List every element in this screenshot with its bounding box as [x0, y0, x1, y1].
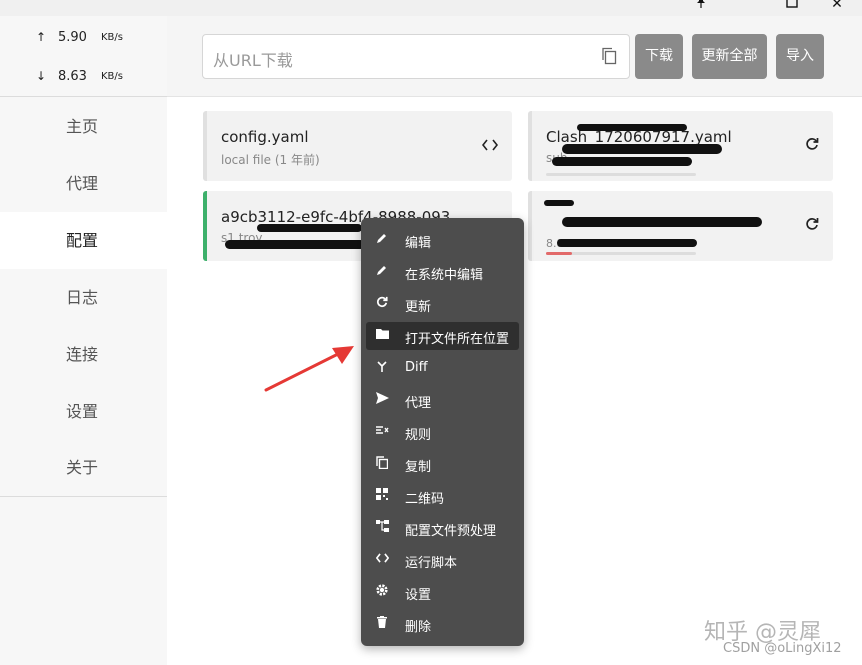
upload-arrow-icon: ↑ — [36, 30, 47, 44]
menu-item-delete[interactable]: 删除 — [366, 610, 519, 638]
traffic-progress — [546, 173, 696, 176]
menu-item-run-script[interactable]: 运行脚本 — [366, 546, 519, 574]
menu-item-copy[interactable]: 复制 — [366, 450, 519, 478]
gear-icon — [375, 584, 389, 598]
paste-icon[interactable] — [601, 47, 617, 65]
sidebar-item-proxy[interactable]: 代理 — [0, 155, 167, 212]
redaction-scribble — [562, 217, 762, 227]
redaction-scribble — [562, 144, 722, 154]
sidebar-item-logs[interactable]: 日志 — [0, 269, 167, 326]
profile-card-config[interactable]: config.yaml local file (1 年前) — [203, 111, 512, 181]
annotation-arrow — [264, 346, 354, 392]
redaction-scribble — [544, 200, 574, 206]
upload-speed: ↑ 5.90 KB/s — [0, 28, 167, 50]
send-icon — [375, 392, 389, 406]
upload-speed-value: 5.90 — [58, 30, 87, 45]
refresh-icon — [375, 296, 389, 310]
download-speed: ↓ 8.63 KB/s — [0, 67, 167, 89]
folder-icon — [375, 328, 389, 342]
menu-item-update[interactable]: 更新 — [366, 290, 519, 318]
redaction-scribble — [577, 124, 687, 131]
refresh-icon[interactable] — [805, 137, 819, 155]
close-icon[interactable]: ✕ — [827, 0, 847, 14]
profile-card-clash[interactable]: Clash_1720607917.yaml sub — [528, 111, 833, 181]
menu-item-proxy[interactable]: 代理 — [366, 386, 519, 414]
menu-item-preprocess[interactable]: 配置文件预处理 — [366, 514, 519, 542]
sidebar-item-about[interactable]: 关于 — [0, 439, 167, 496]
pencil-icon — [375, 232, 389, 246]
redaction-scribble — [557, 239, 697, 247]
url-input-placeholder: 从URL下载 — [213, 51, 293, 70]
pencil-icon — [375, 264, 389, 278]
download-speed-unit: KB/s — [101, 71, 123, 82]
profile-subtitle: local file (1 年前) — [221, 153, 320, 167]
update-all-button[interactable]: 更新全部 — [692, 34, 767, 79]
import-button[interactable]: 导入 — [776, 34, 824, 79]
traffic-progress — [546, 252, 696, 255]
pin-icon[interactable] — [691, 0, 711, 14]
menu-item-rules[interactable]: 规则 — [366, 418, 519, 446]
header-divider — [167, 96, 862, 97]
menu-item-edit[interactable]: 编辑 — [366, 226, 519, 254]
sidebar-item-settings[interactable]: 设置 — [0, 383, 167, 440]
sidebar-item-home[interactable]: 主页 — [0, 98, 167, 155]
upload-speed-unit: KB/s — [101, 32, 123, 43]
watermark-csdn: CSDN @oLingXi12 — [723, 641, 842, 656]
url-input[interactable]: 从URL下载 — [202, 34, 630, 79]
menu-item-settings[interactable]: 设置 — [366, 578, 519, 606]
context-menu: 编辑 在系统中编辑 更新 打开文件所在位置 Diff 代理 规则 复制 二维码 … — [361, 218, 524, 646]
code-icon — [375, 552, 389, 566]
qrcode-icon — [375, 488, 389, 502]
download-speed-value: 8.63 — [58, 69, 87, 84]
sidebar-divider — [0, 96, 167, 97]
code-icon[interactable] — [481, 137, 499, 155]
sidebar-item-profiles[interactable]: 配置 — [0, 212, 167, 269]
copy-icon — [375, 456, 389, 470]
sidebar-divider-bottom — [0, 496, 167, 497]
trash-icon — [375, 616, 389, 630]
profile-title: config.yaml — [221, 128, 309, 146]
menu-item-open-file-location[interactable]: 打开文件所在位置 — [366, 322, 519, 350]
tree-icon — [375, 520, 389, 534]
refresh-icon[interactable] — [805, 217, 819, 235]
rules-icon — [375, 424, 389, 438]
maximize-icon[interactable] — [782, 0, 802, 14]
redaction-scribble — [257, 224, 362, 232]
download-button[interactable]: 下载 — [635, 34, 683, 79]
menu-item-edit-in-system[interactable]: 在系统中编辑 — [366, 258, 519, 286]
redaction-scribble — [552, 157, 692, 166]
window-titlebar: ✕ — [0, 0, 862, 16]
menu-item-diff[interactable]: Diff — [366, 354, 519, 382]
download-arrow-icon: ↓ — [36, 69, 47, 83]
profile-card-remote[interactable]: 8.8GB — [528, 191, 833, 261]
redaction-scribble — [225, 240, 365, 249]
merge-icon — [375, 360, 389, 374]
menu-item-qrcode[interactable]: 二维码 — [366, 482, 519, 510]
sidebar-item-connections[interactable]: 连接 — [0, 326, 167, 383]
